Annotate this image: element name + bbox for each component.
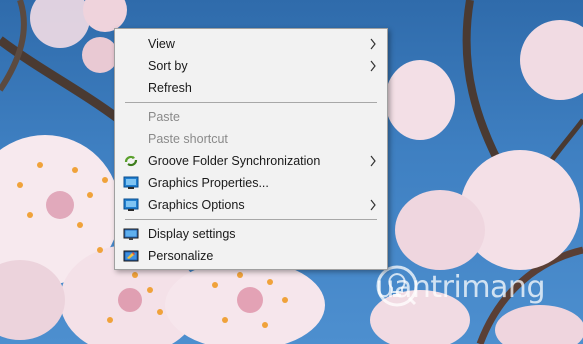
menu-separator xyxy=(125,102,377,103)
menu-item-graphics-options[interactable]: Graphics Options xyxy=(115,194,387,216)
display-icon xyxy=(123,228,139,240)
groove-sync-icon xyxy=(124,155,138,167)
menu-item-graphics-properties[interactable]: Graphics Properties... xyxy=(115,172,387,194)
menu-item-view[interactable]: View xyxy=(115,33,387,55)
menu-item-label: View xyxy=(148,37,175,51)
menu-item-label: Graphics Options xyxy=(148,198,245,212)
personalize-icon xyxy=(123,250,139,262)
menu-item-label: Sort by xyxy=(148,59,188,73)
chevron-right-icon xyxy=(370,155,376,167)
desktop-context-menu: View Sort by Refresh Paste Paste shortcu… xyxy=(114,28,388,270)
menu-item-sort-by[interactable]: Sort by xyxy=(115,55,387,77)
menu-item-label: Refresh xyxy=(148,81,192,95)
menu-item-personalize[interactable]: Personalize xyxy=(115,245,387,267)
intel-graphics-icon xyxy=(123,198,139,211)
menu-item-label: Paste xyxy=(148,110,180,124)
menu-item-display-settings[interactable]: Display settings xyxy=(115,223,387,245)
chevron-right-icon xyxy=(370,199,376,211)
menu-item-refresh[interactable]: Refresh xyxy=(115,77,387,99)
menu-item-label: Paste shortcut xyxy=(148,132,228,146)
menu-item-paste-shortcut[interactable]: Paste shortcut xyxy=(115,128,387,150)
menu-item-label: Display settings xyxy=(148,227,236,241)
menu-separator xyxy=(125,219,377,220)
quantrimang-bulb-logo xyxy=(376,265,418,307)
quantrimang-watermark: uantrimang xyxy=(375,264,545,310)
menu-item-label: Graphics Properties... xyxy=(148,176,269,190)
menu-item-paste[interactable]: Paste xyxy=(115,106,387,128)
intel-graphics-icon xyxy=(123,176,139,189)
menu-item-label: Personalize xyxy=(148,249,214,263)
chevron-right-icon xyxy=(370,60,376,72)
menu-item-label: Groove Folder Synchronization xyxy=(148,154,321,168)
menu-item-groove-folder-synchronization[interactable]: Groove Folder Synchronization xyxy=(115,150,387,172)
chevron-right-icon xyxy=(370,38,376,50)
